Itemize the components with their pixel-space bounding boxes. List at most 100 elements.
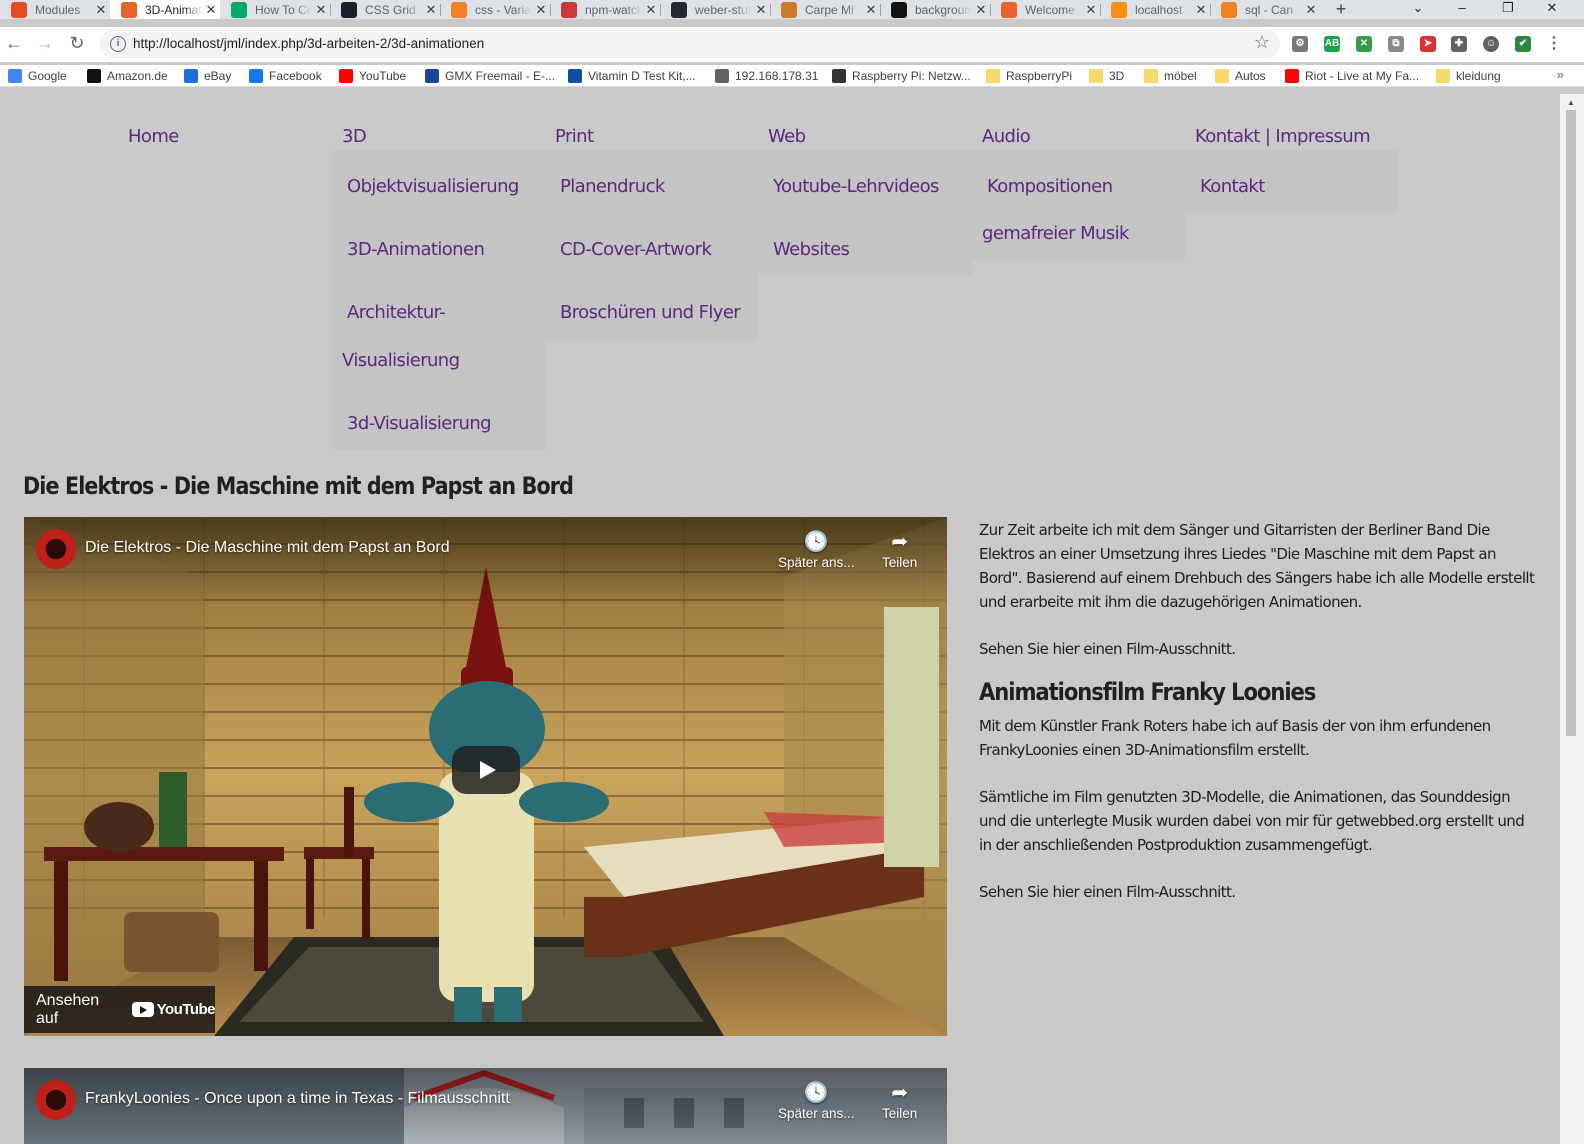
bookmark-star-icon[interactable]: ☆ [1254, 32, 1270, 53]
submenu-item-kompositionen[interactable]: Kompositionen [987, 176, 1113, 197]
address-bar[interactable]: i http://localhost/jml/index.php/3d-arbe… [100, 30, 1280, 58]
close-tab-icon[interactable]: ✕ [202, 2, 220, 18]
submenu-item-3d-visualisierung[interactable]: 3d-Visualisierung [347, 413, 492, 434]
play-button[interactable] [452, 746, 520, 794]
bookmark-item[interactable]: Raspberry Pi: Netzw... [832, 67, 971, 85]
bookmark-item[interactable]: 3D [1089, 67, 1124, 85]
folder-icon [1436, 69, 1450, 83]
menu-web[interactable]: Web [768, 126, 806, 147]
browser-tab[interactable]: sql - Can ✕ [1210, 0, 1320, 19]
browser-tab[interactable]: How To Center✕ [220, 0, 330, 19]
back-arrow-icon[interactable]: ← [2, 31, 26, 55]
adblock-extension-icon[interactable]: AB [1324, 36, 1340, 52]
new-tab-button[interactable]: + [1331, 0, 1351, 19]
forward-arrow-icon[interactable]: → [33, 31, 57, 55]
browser-tab[interactable]: css - Variable✕ [440, 0, 550, 19]
menu-home[interactable]: Home [128, 126, 179, 147]
extension-arrow-icon[interactable]: ➤ [1420, 36, 1436, 52]
watch-later-button[interactable]: 🕓 Später ans... [778, 529, 855, 570]
maximize-button[interactable]: ❐ [1488, 0, 1528, 19]
more-bookmarks-icon[interactable]: » [1557, 67, 1564, 82]
browser-tab[interactable]: Welcome ✕ [990, 0, 1100, 19]
submenu-item-websites[interactable]: Websites [773, 239, 850, 260]
close-window-button[interactable]: ✕ [1532, 0, 1572, 19]
close-tab-icon[interactable]: ✕ [532, 2, 550, 18]
extensions-puzzle-icon[interactable]: ✚ [1451, 36, 1467, 52]
bookmark-label: GMX Freemail - E-... [445, 69, 556, 83]
bookmark-item[interactable]: Riot - Live at My Fa... [1285, 67, 1419, 85]
bookmark-item[interactable]: RaspberryPi [986, 67, 1072, 85]
browser-tab[interactable]: CSS Grid ✕ [330, 0, 440, 19]
extension-x-icon[interactable]: ✕ [1356, 36, 1372, 52]
bookmark-item[interactable]: Amazon.de [87, 67, 168, 85]
submenu-item-cd-cover[interactable]: CD-Cover-Artwork [560, 239, 712, 260]
browser-tab[interactable]: Modules ✕ [0, 0, 110, 19]
close-tab-icon[interactable]: ✕ [752, 2, 770, 18]
browser-tab[interactable]: 3D-Animationen✕ [110, 0, 220, 19]
menu-audio[interactable]: Audio [982, 126, 1031, 147]
menu-print[interactable]: Print [555, 126, 594, 147]
submenu-item-architektur[interactable]: Architektur- [347, 302, 446, 323]
submenu-item-3d-animationen[interactable]: 3D-Animationen [347, 239, 485, 260]
close-tab-icon[interactable]: ✕ [1082, 2, 1100, 18]
browser-tab[interactable]: background ✕ [880, 0, 990, 19]
minimize-button[interactable]: – [1442, 0, 1482, 19]
submenu-item-objektvisualisierung[interactable]: Objektvisualisierung [347, 176, 519, 197]
tab-search-icon[interactable]: ⌄ [1398, 0, 1438, 19]
tab-separator [1210, 4, 1211, 16]
close-tab-icon[interactable]: ✕ [642, 2, 660, 18]
extension-crop-icon[interactable]: ⧉ [1388, 36, 1404, 52]
youtube-embed-video-1[interactable]: Die Elektros - Die Maschine mit dem Paps… [24, 517, 947, 1036]
watch-on-youtube-button[interactable]: Ansehen auf YouTube [24, 986, 216, 1033]
submenu-item-broschueren[interactable]: Broschüren und Flyer [560, 302, 741, 323]
bookmark-item[interactable]: GMX Freemail - E-... [425, 67, 555, 85]
close-tab-icon[interactable]: ✕ [422, 2, 440, 18]
bookmark-item[interactable]: YouTube [339, 67, 406, 85]
profile-avatar-icon[interactable]: ☺ [1483, 36, 1499, 52]
browser-menu-icon[interactable]: ⋮ [1546, 36, 1562, 52]
browser-tab[interactable]: weber-stuttgart✕ [660, 0, 770, 19]
extension-gear-icon[interactable]: ⚙ [1292, 36, 1308, 52]
share-button[interactable]: ➦ Teilen [882, 529, 917, 570]
reload-icon[interactable]: ↻ [65, 31, 89, 55]
submenu-item-visualisierung[interactable]: Visualisierung [342, 350, 460, 371]
channel-avatar[interactable] [36, 529, 76, 569]
submenu-item-gemafreier-musik[interactable]: gemafreier Musik [982, 223, 1129, 244]
bookmark-item[interactable]: 192.168.178.31 [715, 67, 818, 85]
bookmark-item[interactable]: kleidung [1436, 67, 1501, 85]
url-text[interactable]: http://localhost/jml/index.php/3d-arbeit… [133, 36, 484, 51]
close-tab-icon[interactable]: ✕ [1192, 2, 1210, 18]
submenu-item-kontakt[interactable]: Kontakt [1200, 176, 1265, 197]
close-tab-icon[interactable]: ✕ [92, 2, 110, 18]
close-tab-icon[interactable]: ✕ [862, 2, 880, 18]
page-scrollbar[interactable]: ▲ [1560, 94, 1584, 1144]
watch-later-button[interactable]: 🕓 Später ans... [778, 1080, 855, 1121]
close-tab-icon[interactable]: ✕ [312, 2, 330, 18]
folder-icon [1215, 69, 1229, 83]
browser-tab[interactable]: localhost ✕ [1100, 0, 1210, 19]
browser-tab[interactable]: npm-watch ✕ [550, 0, 660, 19]
close-tab-icon[interactable]: ✕ [972, 2, 990, 18]
close-tab-icon[interactable]: ✕ [1302, 2, 1320, 18]
browser-tab[interactable]: Carpe Mi ✕ [770, 0, 880, 19]
scroll-up-arrow-icon[interactable]: ▲ [1567, 98, 1575, 107]
channel-avatar[interactable] [36, 1080, 76, 1120]
site-info-icon[interactable]: i [110, 36, 126, 52]
youtube-embed-video-2[interactable]: FrankyLoonies - Once upon a time in Texa… [24, 1068, 947, 1144]
share-button[interactable]: ➦ Teilen [882, 1080, 917, 1121]
amazon-icon [87, 69, 101, 83]
bookmark-item[interactable]: Vitamin D Test Kit,... [568, 67, 696, 85]
bookmark-item[interactable]: möbel [1144, 67, 1197, 85]
bookmark-item[interactable]: Google [8, 67, 67, 85]
video-title[interactable]: FrankyLoonies - Once upon a time in Texa… [85, 1090, 510, 1108]
bookmark-item[interactable]: Facebook [249, 67, 322, 85]
menu-3d[interactable]: 3D [342, 126, 367, 147]
shield-extension-icon[interactable]: ✔ [1515, 36, 1531, 52]
video-title[interactable]: Die Elektros - Die Maschine mit dem Paps… [85, 539, 450, 557]
bookmark-item[interactable]: eBay [184, 67, 231, 85]
submenu-item-planendruck[interactable]: Planendruck [560, 176, 665, 197]
submenu-item-youtube-lehrvideos[interactable]: Youtube-Lehrvideos [773, 176, 939, 197]
scrollbar-thumb[interactable] [1566, 110, 1576, 736]
menu-kontakt-impressum[interactable]: Kontakt | Impressum [1195, 126, 1371, 147]
bookmark-item[interactable]: Autos [1215, 67, 1266, 85]
